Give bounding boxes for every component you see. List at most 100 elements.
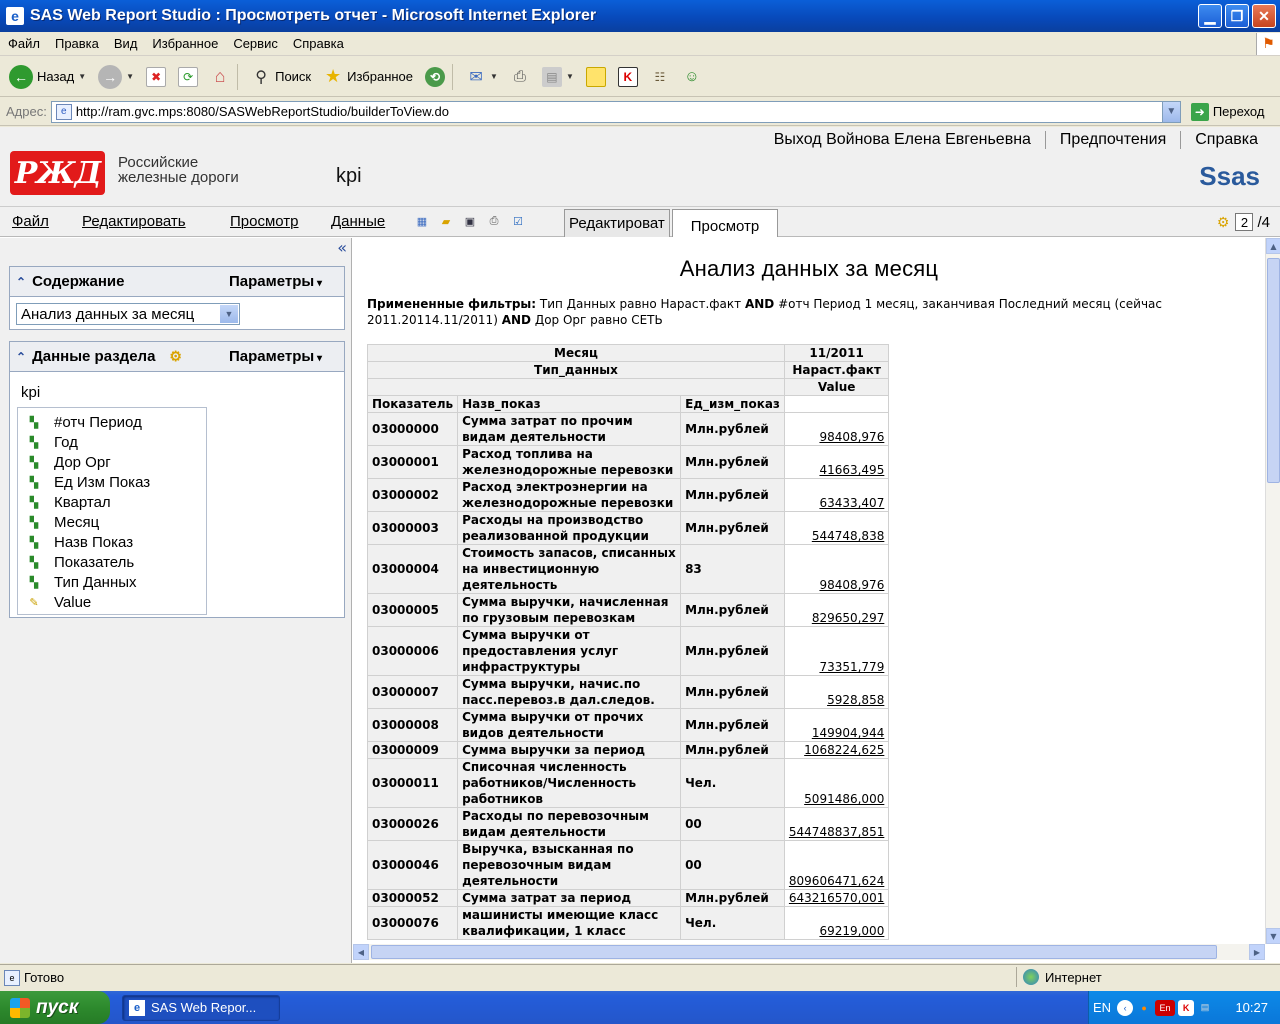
mail-button[interactable]: ✉ ▼ bbox=[463, 62, 501, 92]
tab-edit[interactable]: Редактироват bbox=[564, 209, 670, 237]
data-item[interactable]: ▚ Ед Изм Показ bbox=[18, 472, 206, 492]
stop-button[interactable]: ✖ bbox=[143, 62, 169, 92]
scroll-down-icon[interactable]: ▼ bbox=[1266, 928, 1280, 944]
menu-tools[interactable]: Сервис bbox=[225, 36, 285, 51]
favorites-button[interactable]: ★ Избранное bbox=[320, 62, 416, 92]
print-button[interactable]: ⎙ bbox=[507, 62, 533, 92]
scroll-up-icon[interactable]: ▲ bbox=[1266, 238, 1280, 254]
data-item[interactable]: ▚ Год bbox=[18, 432, 206, 452]
close-button[interactable]: ✕ bbox=[1252, 4, 1276, 28]
logout-link[interactable]: Выход Войнова Елена Евгеньевна bbox=[760, 131, 1046, 149]
row-value[interactable]: 809606471,624 bbox=[783, 840, 890, 890]
app-menu-edit[interactable]: Редактировать bbox=[82, 213, 186, 230]
new-report-icon[interactable]: ▦ bbox=[414, 214, 430, 229]
scroll-right-icon[interactable]: ▶ bbox=[1249, 944, 1265, 960]
row-value[interactable]: 41663,495 bbox=[783, 445, 890, 479]
schedule-icon[interactable]: ☑ bbox=[510, 214, 526, 229]
row-value[interactable]: 544748837,851 bbox=[783, 807, 890, 841]
row-value[interactable]: 69219,000 bbox=[783, 906, 890, 940]
collapse-chevron-icon[interactable]: ⌃ bbox=[16, 350, 26, 364]
row-value[interactable]: 63433,407 bbox=[783, 478, 890, 512]
taskbar-item-ie[interactable]: e SAS Web Repor... bbox=[122, 994, 280, 1021]
forward-dropdown-icon[interactable]: ▼ bbox=[126, 72, 134, 81]
search-button[interactable]: ⚲ Поиск bbox=[248, 62, 314, 92]
app-menu-data[interactable]: Данные bbox=[331, 213, 385, 230]
collapse-panel-icon[interactable]: « bbox=[337, 238, 347, 257]
save-icon[interactable]: ▣ bbox=[462, 214, 478, 229]
messenger-button[interactable]: ☺ bbox=[679, 62, 705, 92]
data-item[interactable]: ▚ Квартал bbox=[18, 492, 206, 512]
kaspersky-button[interactable]: K bbox=[615, 62, 641, 92]
data-item[interactable]: ▚ #отч Период bbox=[18, 412, 206, 432]
mail-dropdown-icon[interactable]: ▼ bbox=[490, 72, 498, 81]
menu-help[interactable]: Справка bbox=[285, 36, 351, 51]
print-icon[interactable]: ⎙ bbox=[486, 214, 502, 229]
language-indicator[interactable]: EN bbox=[1093, 1000, 1111, 1015]
edit-button[interactable]: ▤ ▼ bbox=[539, 62, 577, 92]
row-value[interactable]: 149904,944 bbox=[783, 708, 890, 742]
row-value[interactable]: 5091486,000 bbox=[783, 758, 890, 808]
section-select[interactable]: Анализ данных за месяц ▼ bbox=[16, 303, 240, 325]
start-button[interactable]: пуск bbox=[0, 991, 110, 1024]
address-input[interactable]: e http://ram.gvc.mps:8080/SASWebReportSt… bbox=[50, 100, 1181, 123]
menu-favorites[interactable]: Избранное bbox=[144, 36, 225, 51]
open-folder-icon[interactable]: ▰ bbox=[438, 214, 454, 229]
row-value[interactable]: 98408,976 bbox=[783, 412, 890, 446]
data-item[interactable]: ▚ Назв Показ bbox=[18, 532, 206, 552]
forward-button[interactable]: → ▼ bbox=[95, 62, 137, 92]
data-item[interactable]: ▚ Тип Данных bbox=[18, 572, 206, 592]
collapse-chevron-icon[interactable]: ⌃ bbox=[16, 275, 26, 289]
app-menu-view[interactable]: Просмотр bbox=[230, 213, 299, 230]
scroll-thumb[interactable] bbox=[1267, 258, 1280, 483]
kaspersky-tray-icon[interactable]: K bbox=[1178, 999, 1195, 1016]
row-name: Сумма выручки, начис.по пасс.перевоз.в д… bbox=[457, 675, 682, 709]
hscroll-thumb[interactable] bbox=[371, 945, 1217, 959]
app-menu-file[interactable]: Файл bbox=[12, 213, 49, 230]
research-button[interactable]: ☷ bbox=[647, 62, 673, 92]
refresh-button[interactable]: ⟳ bbox=[175, 62, 201, 92]
content-params-menu[interactable]: Параметры bbox=[229, 273, 322, 290]
notes-button[interactable] bbox=[583, 62, 609, 92]
row-value[interactable]: 98408,976 bbox=[783, 544, 890, 594]
menu-edit[interactable]: Правка bbox=[47, 36, 106, 51]
help-link[interactable]: Справка bbox=[1181, 131, 1272, 149]
home-button[interactable]: ⌂ bbox=[207, 62, 233, 92]
go-button[interactable]: ➜ Переход bbox=[1190, 102, 1264, 121]
history-button[interactable]: ⟲ bbox=[422, 62, 448, 92]
row-value[interactable]: 829650,297 bbox=[783, 593, 890, 627]
minimize-button[interactable]: ▁ bbox=[1198, 4, 1222, 28]
page-number-input[interactable]: 2 bbox=[1235, 213, 1254, 231]
back-dropdown-icon[interactable]: ▼ bbox=[78, 72, 86, 81]
section-params-menu[interactable]: Параметры bbox=[229, 348, 322, 365]
firefox-icon[interactable]: ● bbox=[1136, 1000, 1152, 1016]
row-value[interactable]: 73351,779 bbox=[783, 626, 890, 676]
preferences-link[interactable]: Предпочтения bbox=[1046, 131, 1182, 149]
refresh-data-icon[interactable]: ⚙ bbox=[169, 348, 182, 365]
refresh-data-icon[interactable]: ⚙ bbox=[1217, 214, 1230, 231]
tray-lang-icon[interactable]: En bbox=[1155, 999, 1176, 1016]
address-dropdown-icon[interactable]: ▼ bbox=[1161, 101, 1180, 122]
horizontal-scrollbar[interactable]: ◀ ▶ bbox=[353, 944, 1265, 960]
address-url[interactable]: http://ram.gvc.mps:8080/SASWebReportStud… bbox=[76, 104, 449, 119]
company-line2: железные дороги bbox=[118, 169, 239, 186]
select-dropdown-icon[interactable]: ▼ bbox=[220, 305, 238, 323]
back-button[interactable]: ← Назад ▼ bbox=[6, 62, 89, 92]
menu-file[interactable]: Файл bbox=[0, 36, 47, 51]
row-value[interactable]: 544748,838 bbox=[783, 511, 890, 545]
row-code: 03000009 bbox=[366, 741, 459, 759]
row-value[interactable]: 1068224,625 bbox=[783, 741, 890, 759]
tab-view[interactable]: Просмотр bbox=[672, 209, 778, 237]
network-icon[interactable]: ▤ bbox=[1197, 1000, 1213, 1016]
back-tray-icon[interactable]: ‹ bbox=[1117, 999, 1134, 1016]
maximize-button[interactable]: ❐ bbox=[1225, 4, 1249, 28]
scroll-left-icon[interactable]: ◀ bbox=[353, 944, 369, 960]
data-item[interactable]: ▚ Дор Орг bbox=[18, 452, 206, 472]
row-value[interactable]: 5928,858 bbox=[783, 675, 890, 709]
row-value[interactable]: 643216570,001 bbox=[783, 889, 890, 907]
menu-view[interactable]: Вид bbox=[106, 36, 145, 51]
vertical-scrollbar[interactable]: ▲ ▼ bbox=[1265, 238, 1280, 944]
data-item[interactable]: ▚ Месяц bbox=[18, 512, 206, 532]
edit-dropdown-icon[interactable]: ▼ bbox=[566, 72, 574, 81]
data-item[interactable]: ✎ Value bbox=[18, 592, 206, 612]
data-item[interactable]: ▚ Показатель bbox=[18, 552, 206, 572]
